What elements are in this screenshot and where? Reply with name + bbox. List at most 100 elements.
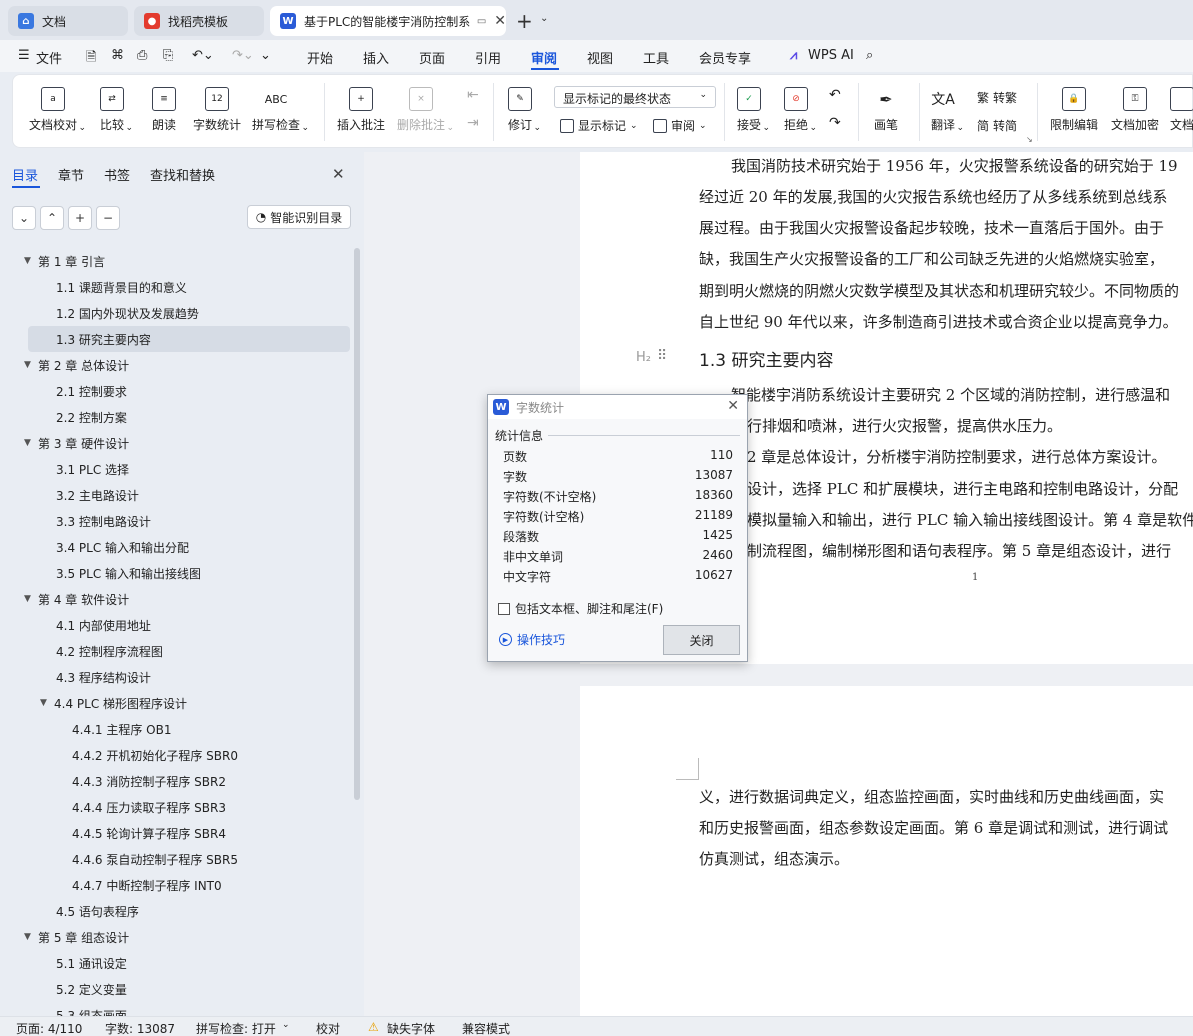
add-heading-button[interactable]: + bbox=[68, 206, 92, 230]
remove-heading-button[interactable]: − bbox=[96, 206, 120, 230]
expand-triangle-icon[interactable]: ▼ bbox=[24, 256, 38, 266]
new-tab-button[interactable]: + bbox=[516, 9, 533, 33]
share-icon[interactable]: ⌘ bbox=[111, 48, 124, 63]
toc-item[interactable]: ▼ 第 2 章 总体设计 bbox=[0, 352, 352, 378]
smart-toc-button[interactable]: ◔ 智能识别目录 bbox=[247, 205, 351, 229]
tab-documents[interactable]: ⌂ 文档 bbox=[8, 6, 128, 36]
toc-item[interactable]: 4.4.2 开机初始化子程序 SBR0 bbox=[0, 742, 352, 768]
show-marks-button[interactable]: 显示标记 ⌄ bbox=[560, 117, 638, 134]
toc-item[interactable]: 3.3 控制电路设计 bbox=[0, 508, 352, 534]
print-preview-icon[interactable]: ⎘ bbox=[163, 48, 173, 63]
hamburger-icon[interactable]: ☰ bbox=[18, 48, 30, 63]
dialog-launcher-icon[interactable]: ↘ bbox=[1026, 135, 1033, 144]
expand-triangle-icon[interactable]: ▼ bbox=[24, 594, 38, 604]
toc-item[interactable]: 4.3 程序结构设计 bbox=[0, 664, 352, 690]
toc-item[interactable]: 4.4.6 泵自动控制子程序 SBR5 bbox=[0, 846, 352, 872]
menu-view[interactable]: 视图 bbox=[587, 48, 613, 67]
toc-item[interactable]: 3.2 主电路设计 bbox=[0, 482, 352, 508]
missing-font-status[interactable]: 缺失字体 bbox=[387, 1020, 435, 1036]
toc-item[interactable]: 3.1 PLC 选择 bbox=[0, 456, 352, 482]
close-dialog-button[interactable]: 关闭 bbox=[663, 625, 740, 655]
dialog-titlebar[interactable]: W 字数统计 ✕ bbox=[488, 395, 747, 419]
quick-access-chevron-icon[interactable]: ⌄ bbox=[260, 48, 271, 63]
toc-item[interactable]: 4.4.7 中断控制子程序 INT0 bbox=[0, 872, 352, 898]
restrict-edit-button[interactable]: 🔒 限制编辑 bbox=[1050, 87, 1098, 133]
revise-button[interactable]: ✎ 修订 ⌄ bbox=[508, 87, 541, 133]
chevron-down-icon[interactable]: ⌄ bbox=[540, 13, 548, 24]
menu-page[interactable]: 页面 bbox=[419, 48, 445, 67]
to-traditional-button[interactable]: 繁转繁 bbox=[977, 89, 1017, 106]
menu-wps-ai[interactable]: WPS AI bbox=[808, 48, 854, 63]
proofread-status[interactable]: 校对 bbox=[316, 1020, 340, 1036]
toc-item[interactable]: ▼ 第 1 章 引言 bbox=[0, 248, 352, 274]
tab-current-document[interactable]: W 基于PLC的智能楼宇消防控制系 ▭ ✕ bbox=[270, 6, 506, 36]
drag-handle-icon[interactable]: ⠿ bbox=[657, 348, 667, 364]
toc-item[interactable]: 4.5 语句表程序 bbox=[0, 898, 352, 924]
checkbox-box[interactable] bbox=[498, 602, 510, 615]
menu-references[interactable]: 引用 bbox=[475, 48, 501, 67]
read-aloud-button[interactable]: ≡ 朗读 bbox=[152, 87, 176, 133]
prev-change-icon[interactable]: ↶ bbox=[829, 87, 841, 103]
toc-item[interactable]: 3.5 PLC 输入和输出接线图 bbox=[0, 560, 352, 586]
print-icon[interactable]: ⎙ bbox=[137, 48, 147, 63]
close-pane-icon[interactable]: ✕ bbox=[332, 165, 345, 183]
collapse-up-button[interactable]: ⌃ bbox=[40, 206, 64, 230]
menu-tools[interactable]: 工具 bbox=[643, 48, 669, 67]
nav-tab-find-replace[interactable]: 查找和替换 bbox=[150, 165, 215, 184]
toc-item[interactable]: 1.2 国内外现状及发展趋势 bbox=[0, 300, 352, 326]
toc-item[interactable]: 4.4.1 主程序 OB1 bbox=[0, 716, 352, 742]
toc-item[interactable]: 1.1 课题背景目的和意义 bbox=[0, 274, 352, 300]
toc-item[interactable]: 5.2 定义变量 bbox=[0, 976, 352, 1002]
expand-triangle-icon[interactable]: ▼ bbox=[40, 698, 54, 708]
tips-link[interactable]: ▶ 操作技巧 bbox=[499, 631, 565, 648]
nav-tab-sections[interactable]: 章节 bbox=[58, 165, 84, 184]
menu-review[interactable]: 审阅 bbox=[531, 48, 557, 67]
word-count-button[interactable]: 12 字数统计 bbox=[193, 87, 241, 133]
review-pane-button[interactable]: 审阅 ⌄ bbox=[653, 117, 707, 134]
pen-button[interactable]: ✒ 画笔 bbox=[874, 87, 898, 133]
search-icon[interactable]: ⌕ bbox=[866, 48, 873, 63]
save-icon[interactable]: 🗎 bbox=[86, 48, 96, 70]
toc-item[interactable]: 1.3 研究主要内容 bbox=[28, 326, 350, 352]
toc-item[interactable]: 2.1 控制要求 bbox=[0, 378, 352, 404]
accept-button[interactable]: ✓ 接受 ⌄ bbox=[737, 87, 770, 133]
spell-check-status[interactable]: 拼写检查: 打开 bbox=[196, 1020, 276, 1036]
close-icon[interactable]: ✕ bbox=[727, 398, 739, 414]
spell-check-button[interactable]: ABC 拼写检查 ⌄ bbox=[252, 87, 309, 134]
document-more-button[interactable]: 文档 bbox=[1170, 87, 1193, 133]
undo-icon[interactable]: ↶⌄ bbox=[192, 48, 214, 63]
menu-home[interactable]: 开始 bbox=[307, 48, 333, 67]
menu-insert[interactable]: 插入 bbox=[363, 48, 389, 67]
markup-display-select[interactable]: 显示标记的最终状态 ⌄ bbox=[554, 86, 716, 108]
translate-button[interactable]: 文A 翻译 ⌄ bbox=[931, 87, 964, 133]
toc-item[interactable]: ▼ 4.4 PLC 梯形图程序设计 bbox=[0, 690, 352, 716]
expand-triangle-icon[interactable]: ▼ bbox=[24, 438, 38, 448]
nav-tab-bookmarks[interactable]: 书签 bbox=[104, 165, 130, 184]
menu-membership[interactable]: 会员专享 bbox=[699, 48, 751, 67]
page-indicator[interactable]: 页面: 4/110 bbox=[16, 1020, 82, 1036]
document-page[interactable] bbox=[580, 686, 1193, 1016]
next-change-icon[interactable]: ↷ bbox=[829, 115, 841, 131]
toc-item[interactable]: ▼ 第 3 章 硬件设计 bbox=[0, 430, 352, 456]
expand-triangle-icon[interactable]: ▼ bbox=[24, 932, 38, 942]
toc-item[interactable]: 3.4 PLC 输入和输出分配 bbox=[0, 534, 352, 560]
compare-button[interactable]: ⇄ 比较 ⌄ bbox=[100, 87, 133, 133]
nav-tab-toc[interactable]: 目录 bbox=[12, 165, 38, 184]
toc-scrollbar[interactable] bbox=[354, 248, 360, 800]
toc-item[interactable]: 4.1 内部使用地址 bbox=[0, 612, 352, 638]
include-textbox-checkbox[interactable]: 包括文本框、脚注和尾注(F) bbox=[498, 600, 663, 617]
toc-item[interactable]: 4.2 控制程序流程图 bbox=[0, 638, 352, 664]
toc-item[interactable]: ▼ 第 5 章 组态设计 bbox=[0, 924, 352, 950]
insert-comment-button[interactable]: + 插入批注 bbox=[337, 87, 385, 133]
expand-triangle-icon[interactable]: ▼ bbox=[24, 360, 38, 370]
collapse-down-button[interactable]: ⌄ bbox=[12, 206, 36, 230]
toc-item[interactable]: 4.4.4 压力读取子程序 SBR3 bbox=[0, 794, 352, 820]
menu-file[interactable]: 文件 bbox=[36, 48, 62, 67]
toc-item[interactable]: 2.2 控制方案 bbox=[0, 404, 352, 430]
to-simplified-button[interactable]: 简转简 bbox=[977, 117, 1017, 134]
word-count-indicator[interactable]: 字数: 13087 bbox=[105, 1020, 175, 1036]
toc-item[interactable]: ▼ 第 4 章 软件设计 bbox=[0, 586, 352, 612]
toc-item[interactable]: 5.1 通讯设定 bbox=[0, 950, 352, 976]
doc-check-button[interactable]: a 文档校对 ⌄ bbox=[29, 87, 86, 133]
toc-item[interactable]: 4.4.3 消防控制子程序 SBR2 bbox=[0, 768, 352, 794]
